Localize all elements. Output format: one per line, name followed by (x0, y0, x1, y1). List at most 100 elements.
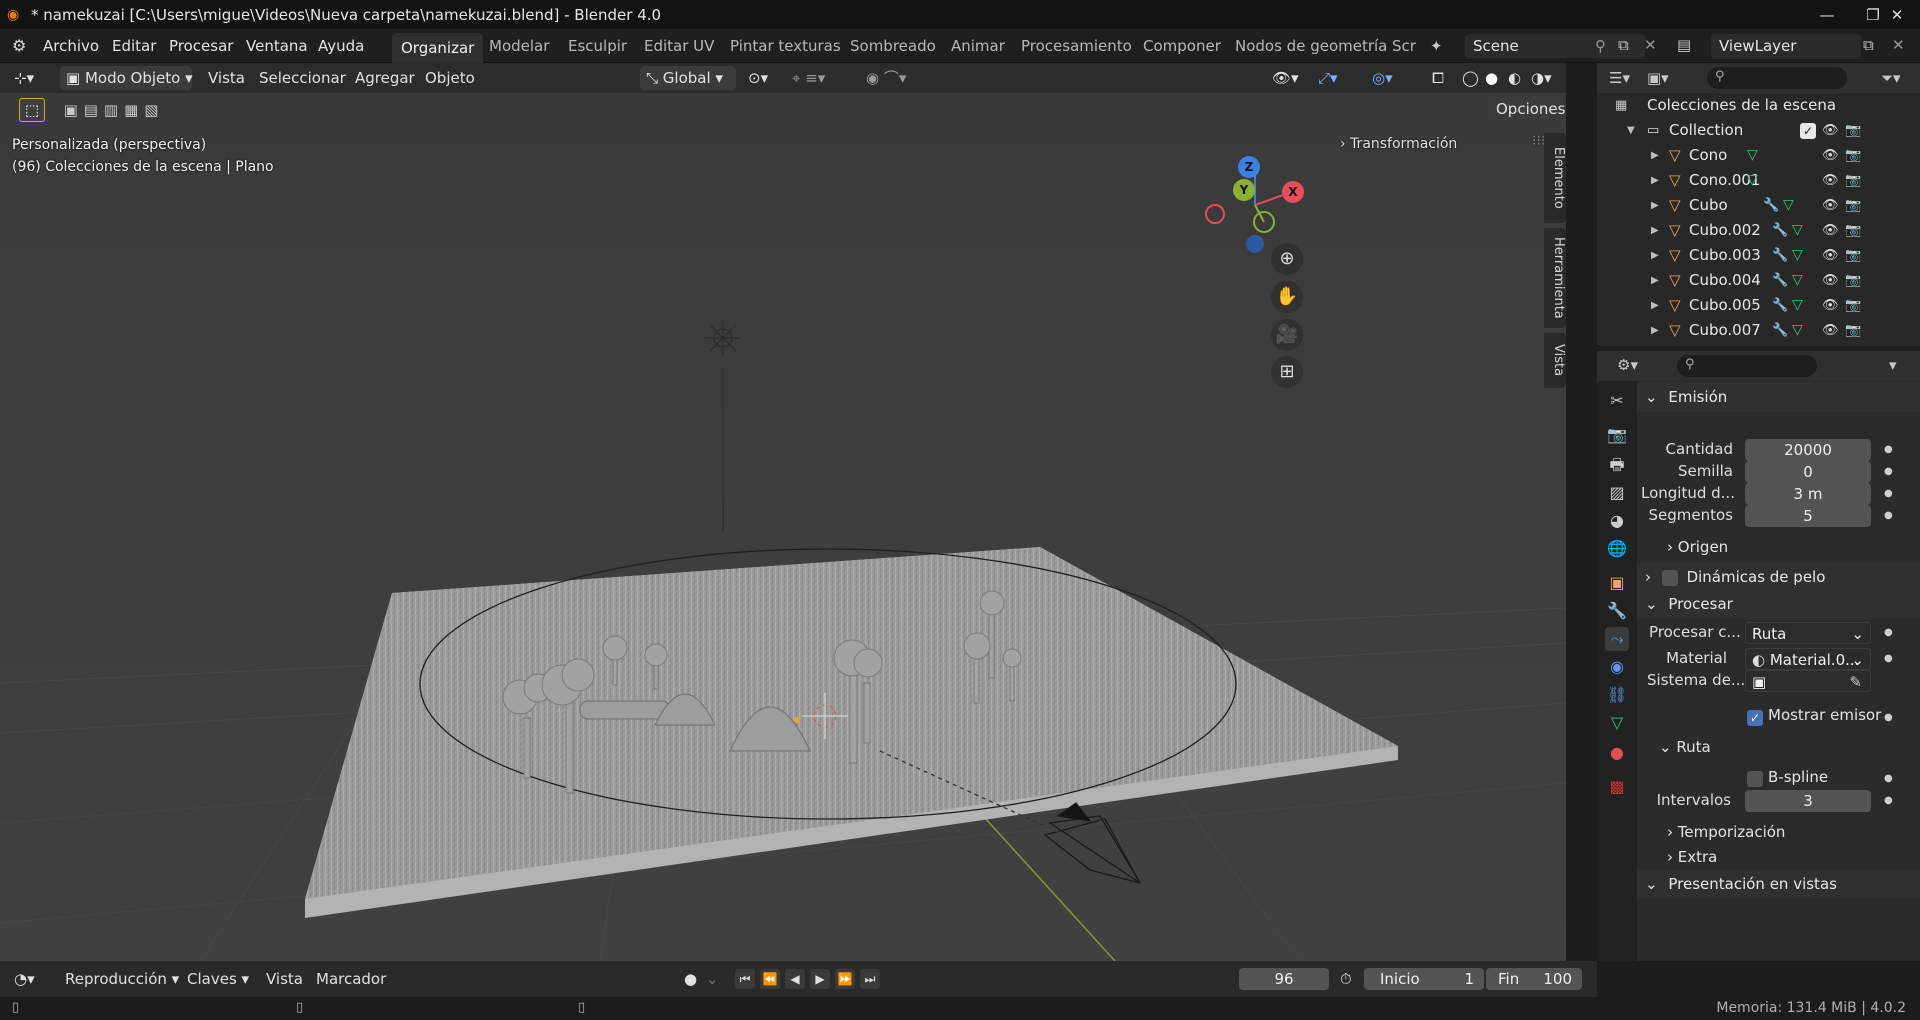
perspective-toggle-icon[interactable]: ⊞ (1271, 356, 1303, 388)
menu-vista[interactable]: Vista (208, 66, 245, 90)
gizmo-x-label[interactable]: X (1282, 181, 1304, 203)
render-as-dropdown[interactable]: Ruta ⌄ (1745, 622, 1871, 644)
hair-dynamics-checkbox[interactable] (1661, 569, 1678, 586)
show-emitter-checkbox[interactable]: ✓ (1747, 710, 1763, 726)
particles-tab-icon[interactable]: ⤳ (1605, 627, 1629, 651)
record-icon[interactable]: ● (684, 968, 697, 990)
delete-view-layer-icon[interactable]: ✕ (1892, 36, 1905, 54)
mesh-data-icon[interactable]: ▽ (1792, 293, 1803, 318)
mesh-data-icon[interactable]: ▽ (1747, 168, 1758, 193)
properties-editor-icon[interactable]: ⚙▾ (1617, 356, 1638, 374)
jump-end-icon[interactable]: ⏭ (860, 969, 880, 989)
timeline-editor-icon[interactable]: ◔▾ (14, 968, 35, 990)
selection-mode-icons[interactable]: ▣▤▥▦▧ (54, 99, 174, 121)
menu-procesar[interactable]: Procesar (169, 29, 233, 63)
material-dropdown[interactable]: ◐ Material.0... ⌄ (1745, 648, 1871, 670)
stopwatch-icon[interactable]: ⏱ (1340, 968, 1352, 990)
animate-dot-icon[interactable]: ● (1884, 444, 1893, 455)
animate-dot-icon[interactable]: ● (1884, 773, 1893, 784)
expand-arrow-icon[interactable]: ▶ (1651, 168, 1659, 193)
outliner-item-cono-001[interactable]: ▶ ▽ Cono.001 ▽ 👁 📷 (1597, 168, 1920, 193)
emission-field-input[interactable]: 0 (1745, 461, 1871, 483)
options-dropdown[interactable]: Opciones ▾ (1490, 97, 1565, 121)
coordinate-system-field[interactable]: ▣ ✎ (1745, 670, 1871, 692)
eye-icon[interactable]: 👁 (1822, 168, 1839, 193)
expand-arrow-icon[interactable]: ▶ (1651, 143, 1659, 168)
path-subpanel[interactable]: ⌄ Ruta (1659, 738, 1711, 756)
shading-material-icon[interactable]: ◐ (1508, 66, 1521, 90)
modifier-wrench-icon[interactable]: 🔧 (1772, 318, 1788, 343)
eye-icon[interactable]: 👁 (1822, 143, 1839, 168)
proportional-edit-icon[interactable]: ◉ ⌒▾ (866, 66, 906, 90)
outliner-item-cubo-007[interactable]: ▶ ▽ Cubo.007 🔧 ▽ 👁 📷 (1597, 318, 1920, 343)
gizmo-y-label[interactable]: Y (1233, 179, 1255, 201)
tab-animar[interactable]: Animar (951, 29, 1005, 63)
tab-elemento[interactable]: Elemento (1544, 133, 1566, 223)
animate-dot-icon[interactable]: ● (1884, 795, 1893, 806)
menu-agregar[interactable]: Agregar (355, 66, 415, 90)
render-tab-icon[interactable]: 📷 (1605, 423, 1629, 447)
mesh-data-icon[interactable]: ▽ (1783, 193, 1794, 218)
marker-menu[interactable]: Marcador (316, 968, 386, 990)
extra-subpanel[interactable]: › Extra (1667, 848, 1717, 866)
end-frame-field[interactable]: Fin 100 (1486, 968, 1582, 990)
xray-toggle-icon[interactable]: ⧠ (1432, 66, 1444, 90)
render-camera-icon[interactable]: 📷 (1845, 243, 1861, 268)
scene-tab-icon[interactable]: ◕ (1605, 509, 1629, 533)
timeline-view-menu[interactable]: Vista (266, 968, 303, 990)
eye-icon[interactable]: 👁 (1822, 318, 1839, 343)
start-frame-field[interactable]: Inicio 1 (1364, 968, 1484, 990)
emission-panel-header[interactable]: ⌄ Emisión (1637, 382, 1920, 412)
eye-icon[interactable]: 👁 (1822, 268, 1839, 293)
expand-arrow-icon[interactable]: ▶ (1651, 318, 1659, 343)
mode-dropdown[interactable]: ▣ Modo Objeto ▾ (60, 66, 193, 90)
transform-panel-toggle[interactable]: › Transformación (1340, 136, 1457, 152)
tab-scripting[interactable]: Scr (1392, 29, 1416, 63)
camera-view-icon[interactable]: 🎥 (1271, 319, 1303, 351)
overlays-toggle-icon[interactable]: ◎▾ (1372, 66, 1393, 90)
tab-procesamiento[interactable]: Procesamiento (1021, 29, 1132, 63)
tab-esculpir[interactable]: Esculpir (568, 29, 627, 63)
animate-dot-icon[interactable]: ● (1884, 627, 1893, 638)
properties-search-input[interactable]: ⚲ (1677, 355, 1817, 377)
mesh-data-icon[interactable]: ▽ (1792, 318, 1803, 343)
pan-hand-icon[interactable]: ✋ (1271, 281, 1303, 313)
new-view-layer-icon[interactable]: ⧉ (1863, 36, 1874, 54)
transform-orientation-dropdown[interactable]: ⤡ Global ▾ (640, 66, 736, 90)
expand-arrow-icon[interactable]: ▼ (1627, 118, 1635, 143)
expand-arrow-icon[interactable]: ▶ (1651, 243, 1659, 268)
eye-icon[interactable]: 👁 (1822, 118, 1839, 143)
expand-arrow-icon[interactable]: ▶ (1651, 268, 1659, 293)
minimize-icon[interactable]: — (1804, 0, 1850, 29)
play-reverse-icon[interactable]: ◀ (785, 969, 805, 989)
auto-key-dropdown-icon[interactable]: ⌄ (706, 968, 719, 990)
animate-dot-icon[interactable]: ● (1884, 466, 1893, 477)
timing-subpanel[interactable]: › Temporización (1667, 823, 1785, 841)
origin-subpanel[interactable]: › Origen (1667, 538, 1728, 556)
mesh-data-icon[interactable]: ▽ (1747, 143, 1758, 168)
keying-menu[interactable]: Claves ▾ (187, 968, 249, 990)
playback-menu[interactable]: Reproducción ▾ (65, 968, 179, 990)
play-icon[interactable]: ▶ (810, 969, 830, 989)
visibility-icon[interactable]: 👁▾ (1272, 66, 1299, 90)
viewport-display-panel-header[interactable]: ⌄ Presentación en vistas (1637, 869, 1920, 899)
blender-menu-icon[interactable]: ⚙ (12, 29, 26, 63)
tab-sombreado[interactable]: Sombreado (850, 29, 936, 63)
eye-icon[interactable]: 👁 (1822, 193, 1839, 218)
menu-seleccionar[interactable]: Seleccionar (259, 66, 346, 90)
view-layer-selector-icon[interactable]: ▤ (1677, 36, 1691, 54)
scene-selector-icon[interactable]: ✦ (1430, 37, 1443, 55)
modifier-wrench-icon[interactable]: 🔧 (1763, 193, 1779, 218)
tab-herramienta[interactable]: Herramienta (1544, 228, 1566, 328)
world-tab-icon[interactable]: 🌐 (1605, 537, 1629, 561)
jump-keyframe-back-icon[interactable]: ⏪ (760, 969, 780, 989)
gizmo-z-label[interactable]: Z (1238, 156, 1260, 178)
constraints-tab-icon[interactable]: ⛓ (1605, 683, 1629, 707)
emission-field-input[interactable]: 5 (1745, 505, 1871, 527)
mesh-data-icon[interactable]: ▽ (1792, 268, 1803, 293)
object-tab-icon[interactable]: ▣ (1605, 571, 1629, 595)
render-camera-icon[interactable]: 📷 (1845, 268, 1861, 293)
view-layer-field[interactable]: ViewLayer (1711, 34, 1861, 58)
texture-tab-icon[interactable]: ▩ (1605, 775, 1629, 799)
eyedropper-icon[interactable]: ✎ (1849, 671, 1862, 693)
